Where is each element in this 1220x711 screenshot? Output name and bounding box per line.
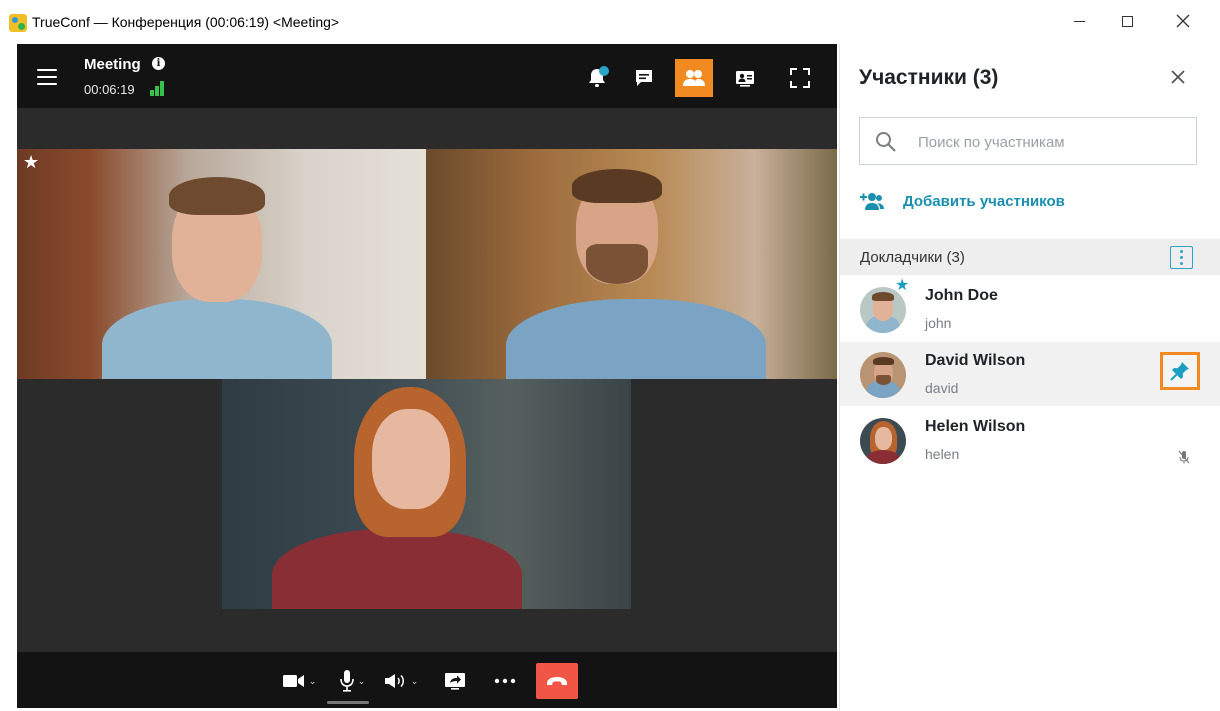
section-menu-button[interactable] xyxy=(1170,246,1193,269)
avatar xyxy=(860,418,906,464)
search-field[interactable] xyxy=(859,117,1197,165)
pin-icon xyxy=(1170,362,1189,381)
call-controls-bar: ⌄ ⌄ ⌄ xyxy=(17,652,837,708)
panel-title: Участники (3) xyxy=(859,66,999,89)
hangup-button[interactable] xyxy=(536,663,578,699)
participant-body xyxy=(102,299,332,379)
add-participants-button[interactable]: Добавить участников xyxy=(859,188,1065,214)
fullscreen-button[interactable] xyxy=(781,59,819,97)
trueconf-logo-icon xyxy=(9,14,27,32)
layout-icon xyxy=(736,71,754,87)
search-icon xyxy=(876,132,896,152)
meeting-title: Meeting xyxy=(84,56,141,73)
pin-button[interactable] xyxy=(1160,352,1200,390)
participant-name: John Doe xyxy=(925,287,998,304)
participant-hair xyxy=(169,177,265,215)
signal-strength-icon xyxy=(150,80,170,96)
speaker-button[interactable]: ⌄ xyxy=(379,667,423,695)
menu-icon[interactable] xyxy=(37,69,57,85)
participant-row[interactable]: David Wilson david xyxy=(840,342,1220,406)
minimize-icon xyxy=(1073,20,1085,22)
participant-login: david xyxy=(925,380,959,396)
participant-row[interactable]: ★ John Doe john xyxy=(840,277,1220,341)
search-input[interactable] xyxy=(918,131,1188,153)
participants-button[interactable] xyxy=(675,59,713,97)
close-icon xyxy=(1176,14,1190,28)
microphone-icon xyxy=(339,670,354,692)
chevron-down-icon: ⌄ xyxy=(410,675,419,686)
participant-face xyxy=(372,409,450,509)
fullscreen-icon xyxy=(790,68,810,88)
more-button[interactable] xyxy=(488,667,522,695)
participant-name: Helen Wilson xyxy=(925,418,1026,435)
speaker-icon xyxy=(384,674,404,688)
close-panel-button[interactable] xyxy=(1165,64,1191,90)
chevron-down-icon: ⌄ xyxy=(357,675,366,686)
window-title: TrueConf — Конференция (00:06:19) <Meeti… xyxy=(32,14,340,30)
participant-body xyxy=(272,529,522,609)
star-icon: ★ xyxy=(23,152,40,172)
participant-row[interactable]: Helen Wilson helen xyxy=(840,408,1220,472)
add-user-icon xyxy=(860,193,884,210)
notifications-button[interactable] xyxy=(578,59,616,97)
camera-icon xyxy=(282,675,304,687)
chat-icon xyxy=(636,70,652,86)
close-icon xyxy=(1171,70,1185,84)
video-tile-john-doe[interactable] xyxy=(17,149,426,379)
bell-icon xyxy=(589,66,609,87)
microphone-muted-icon xyxy=(1178,450,1190,464)
info-icon[interactable]: i xyxy=(152,57,165,70)
add-participants-label: Добавить участников xyxy=(903,192,1065,210)
speakers-section-header: Докладчики (3) xyxy=(840,239,1220,275)
minimize-button[interactable] xyxy=(1056,6,1102,36)
meeting-timer: 00:06:19 xyxy=(84,82,135,97)
participant-body xyxy=(506,299,766,379)
participant-login: john xyxy=(925,315,952,331)
participant-beard xyxy=(586,244,648,284)
screen-share-button[interactable] xyxy=(439,667,471,695)
maximize-button[interactable] xyxy=(1104,6,1150,36)
speakers-section-label: Докладчики (3) xyxy=(860,249,965,266)
close-window-button[interactable] xyxy=(1160,6,1206,36)
more-icon xyxy=(494,678,516,684)
screen-share-icon xyxy=(445,673,465,690)
participants-panel: Участники (3) Добавить участников Доклад… xyxy=(839,44,1220,711)
video-tile-david-wilson[interactable] xyxy=(426,149,837,379)
camera-button[interactable]: ⌄ xyxy=(275,667,323,695)
participant-name: David Wilson xyxy=(925,352,1026,369)
video-tile-helen-wilson[interactable] xyxy=(222,379,631,609)
video-area: Meeting i 00:06:19 ★ ⌄ ⌄ ⌄ xyxy=(17,44,837,708)
participant-login: helen xyxy=(925,446,960,462)
microphone-button[interactable]: ⌄ xyxy=(331,667,373,695)
title-bar: TrueConf — Конференция (00:06:19) <Meeti… xyxy=(0,0,1220,44)
participants-icon xyxy=(683,70,705,86)
chat-button[interactable] xyxy=(625,59,663,97)
participant-hair xyxy=(572,169,662,203)
trueconf-window: TrueConf — Конференция (00:06:19) <Meeti… xyxy=(0,0,1220,711)
chevron-down-icon: ⌄ xyxy=(308,675,317,686)
conference-top-bar: Meeting i 00:06:19 xyxy=(17,44,837,108)
avatar xyxy=(860,352,906,398)
maximize-icon xyxy=(1121,15,1133,27)
layout-button[interactable] xyxy=(726,59,764,97)
hangup-icon xyxy=(547,677,567,685)
drag-handle[interactable] xyxy=(327,701,369,704)
moderator-star-icon: ★ xyxy=(895,277,910,294)
